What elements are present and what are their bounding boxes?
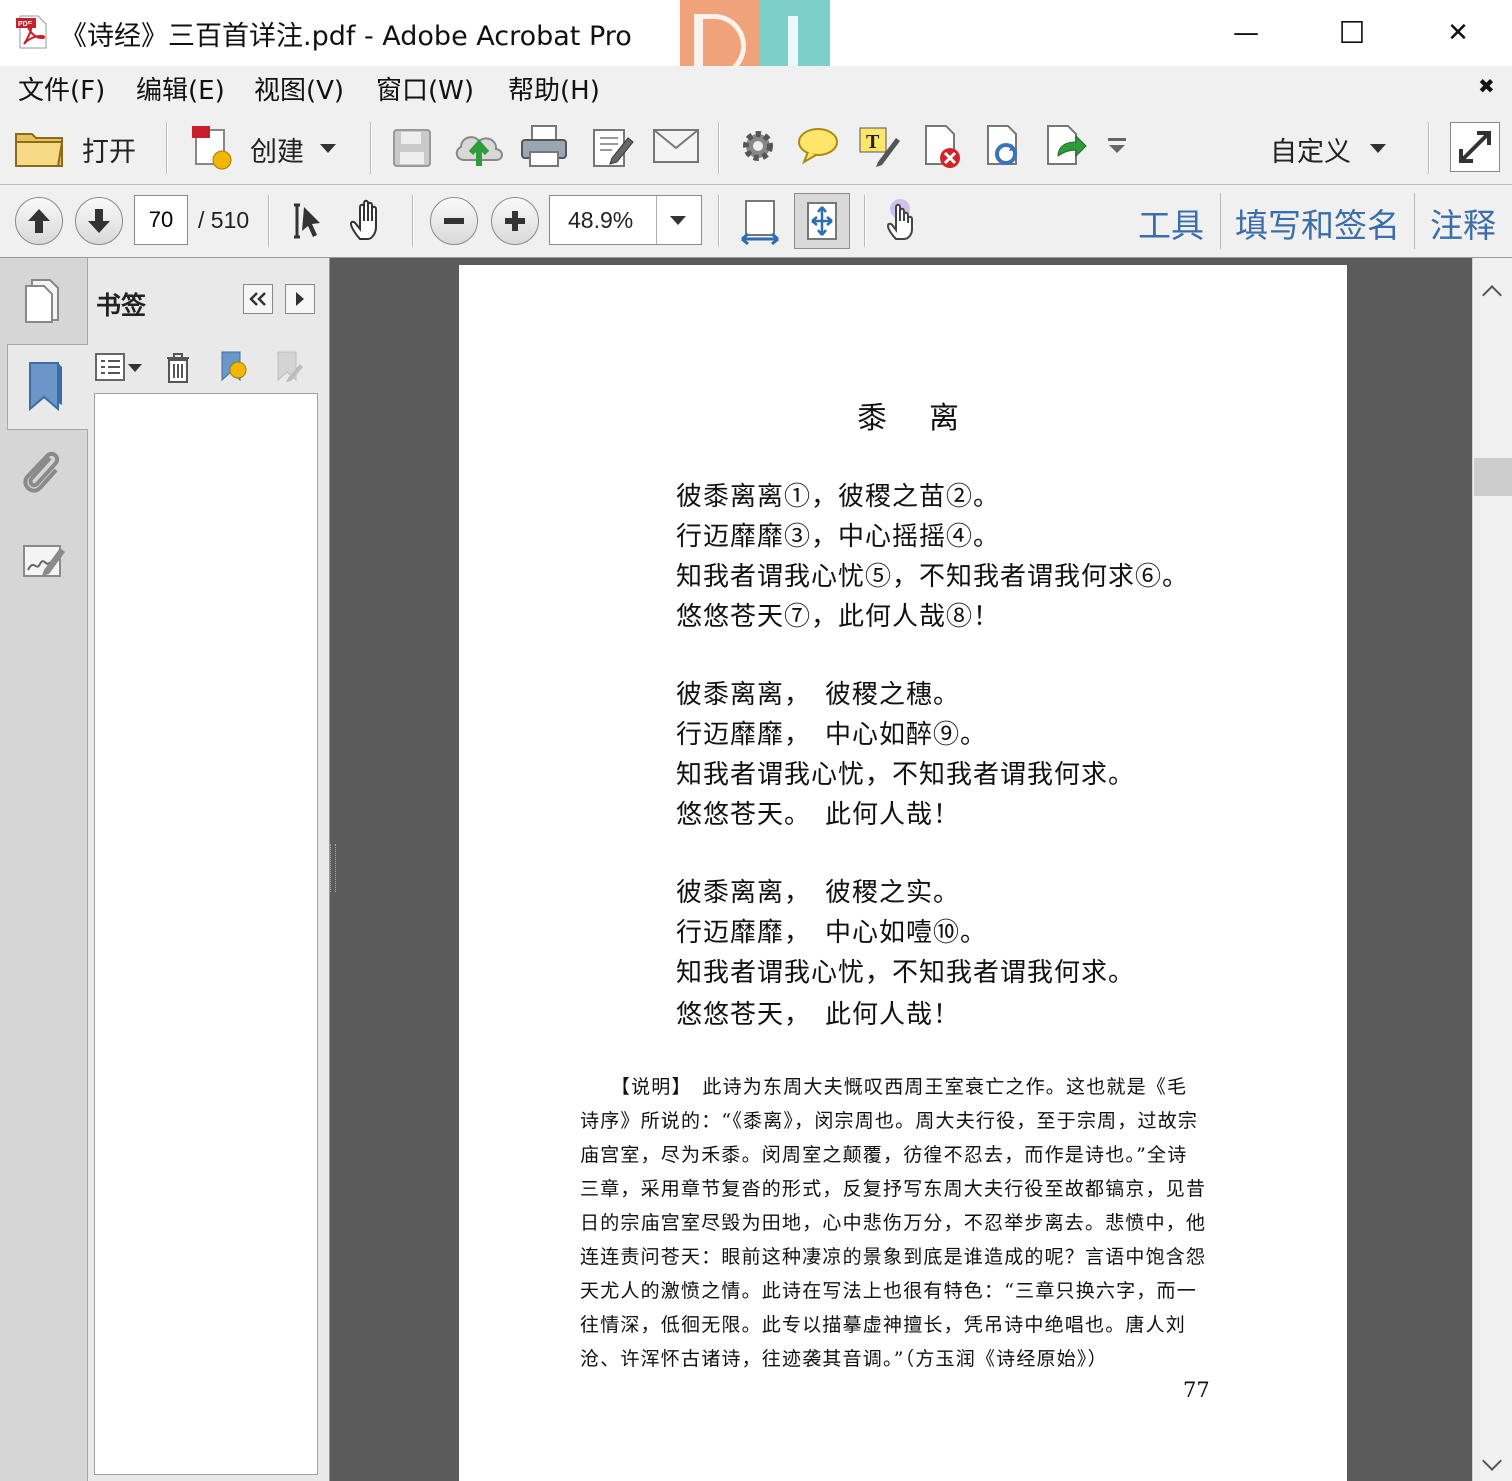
trash-icon[interactable] bbox=[164, 352, 192, 384]
note-line: 天尤人的激愤之情。此诗在写法上也很有特色：“三章只换六字，而一 bbox=[580, 1280, 1197, 1302]
main-toolbar: 打开 创建 T 自定义 bbox=[0, 110, 1512, 185]
window-title: 《诗经》三百首详注.pdf - Adobe Acrobat Pro bbox=[60, 21, 632, 52]
poem-line: 彼黍离离， 彼稷之穗。 bbox=[676, 680, 961, 710]
fit-page-icon[interactable] bbox=[794, 193, 850, 249]
comment-bubble-icon[interactable] bbox=[796, 126, 840, 166]
note-line: 三章，采用章节复沓的形式，反复抒写东周大夫行役至故都镐京，见昔 bbox=[580, 1178, 1207, 1200]
bookmark-properties-icon[interactable] bbox=[272, 350, 306, 384]
text-highlight-icon[interactable]: T bbox=[858, 124, 902, 168]
poem-line: 行迈靡靡， 中心如醉⑨。 bbox=[676, 720, 988, 750]
comment-pane-tab[interactable]: 注释 bbox=[1430, 199, 1496, 247]
hand-tool-icon[interactable] bbox=[348, 199, 390, 243]
printer-icon[interactable] bbox=[520, 124, 568, 170]
menu-file[interactable]: 文件(F) bbox=[18, 70, 105, 107]
bookmark-options-icon[interactable] bbox=[94, 352, 144, 382]
customize-dropdown[interactable]: 自定义 bbox=[1262, 120, 1402, 174]
vertical-scrollbar[interactable] bbox=[1472, 258, 1512, 1481]
collapse-panel-button[interactable] bbox=[243, 284, 273, 314]
poem-line: 知我者谓我心忧，不知我者谓我何求。 bbox=[676, 958, 1136, 988]
open-label: 打开 bbox=[82, 137, 136, 168]
gear-icon[interactable] bbox=[738, 126, 778, 166]
edit-document-icon[interactable] bbox=[590, 124, 636, 170]
note-line: 连连责问苍天：眼前这种凄凉的景象到底是谁造成的呢？言语中饱含怨 bbox=[580, 1246, 1207, 1268]
scroll-thumb[interactable] bbox=[1474, 458, 1512, 496]
menu-window[interactable]: 窗口(W) bbox=[376, 70, 474, 107]
poem-line: 知我者谓我心忧⑤，不知我者谓我何求⑥。 bbox=[676, 562, 1190, 592]
maximize-button[interactable]: ☐ bbox=[1299, 0, 1405, 66]
folder-icon bbox=[14, 126, 66, 168]
svg-text:T: T bbox=[866, 131, 880, 153]
close-document-button[interactable]: ✖ bbox=[1478, 74, 1495, 98]
menu-view[interactable]: 视图(V) bbox=[254, 70, 344, 107]
minimize-button[interactable]: — bbox=[1193, 0, 1299, 66]
save-icon[interactable] bbox=[390, 126, 434, 170]
next-page-button[interactable] bbox=[75, 197, 123, 245]
poem-line: 悠悠苍天⑦，此何人哉⑧！ bbox=[676, 602, 1001, 632]
scroll-up-arrow-icon[interactable] bbox=[1482, 285, 1502, 305]
zoom-dropdown[interactable]: 48.9% bbox=[549, 195, 702, 245]
fill-sign-pane-tab[interactable]: 填写和签名 bbox=[1235, 199, 1400, 247]
poem-line: 悠悠苍天。 此何人哉！ bbox=[676, 800, 961, 830]
note-line: 庙宫室，尽为禾黍。闵周室之颠覆，彷徨不忍去，而作是诗也。”全诗 bbox=[580, 1144, 1188, 1166]
tools-pane-tab[interactable]: 工具 bbox=[1138, 199, 1204, 247]
bookmark-list[interactable] bbox=[94, 393, 318, 1475]
open-button[interactable]: 打开 bbox=[10, 120, 150, 174]
navigation-toolbar: / 510 48.9% 工具 填写和签名 注释 bbox=[0, 185, 1512, 258]
page-total: / 510 bbox=[198, 207, 250, 233]
poem-line: 悠悠苍天， 此何人哉！ bbox=[676, 1000, 961, 1030]
signature-icon[interactable] bbox=[20, 540, 68, 584]
poem-line: 彼黍离离①，彼稷之苗②。 bbox=[676, 482, 1001, 512]
bookmarks-title: 书签 bbox=[96, 291, 147, 320]
note-line: 【说明】 此诗为东周大夫慨叹西周王室衰亡之作。这也就是《毛 bbox=[580, 1076, 1188, 1098]
bookmark-ribbon-icon bbox=[24, 359, 66, 413]
menu-bar: 文件(F) 编辑(E) 视图(V) 窗口(W) 帮助(H) ✖ bbox=[0, 66, 1512, 111]
note-line: 往情深，低徊无限。此专以描摹虚神擅长，凭吊诗中绝唱也。唐人刘 bbox=[580, 1314, 1187, 1336]
email-icon[interactable] bbox=[652, 128, 700, 164]
fit-width-icon[interactable] bbox=[738, 197, 782, 245]
zoom-in-button[interactable] bbox=[491, 197, 539, 245]
page-thumbnails-icon[interactable] bbox=[20, 276, 64, 326]
zoom-value: 48.9% bbox=[568, 207, 634, 233]
page-footer-number: 77 bbox=[1183, 1378, 1210, 1402]
previous-page-button[interactable] bbox=[15, 197, 63, 245]
touch-mode-icon[interactable] bbox=[882, 197, 924, 243]
poem-line: 行迈靡靡， 中心如噎⑩。 bbox=[676, 918, 988, 948]
title-bar: PDF 《诗经》三百首详注.pdf - Adobe Acrobat Pro — … bbox=[0, 0, 1512, 92]
poem-title: 黍 离 bbox=[857, 401, 965, 436]
zoom-out-button[interactable] bbox=[430, 197, 478, 245]
select-cursor-icon[interactable] bbox=[288, 201, 328, 241]
chevron-down-icon bbox=[1370, 144, 1386, 153]
page-number-input[interactable] bbox=[134, 195, 188, 245]
chevron-down-icon bbox=[320, 144, 336, 153]
create-button[interactable]: 创建 bbox=[184, 120, 344, 174]
splitter-handle[interactable] bbox=[330, 844, 336, 892]
create-pdf-icon bbox=[188, 124, 236, 172]
menu-edit[interactable]: 编辑(E) bbox=[136, 70, 225, 107]
pdf-file-icon: PDF bbox=[14, 14, 50, 50]
new-bookmark-icon[interactable] bbox=[216, 350, 250, 384]
toolbar-overflow-icon[interactable] bbox=[1108, 138, 1126, 154]
scroll-down-arrow-icon[interactable] bbox=[1482, 1451, 1502, 1471]
options-arrow-button[interactable] bbox=[285, 284, 315, 314]
poem-line: 知我者谓我心忧，不知我者谓我何求。 bbox=[676, 760, 1136, 790]
menu-help[interactable]: 帮助(H) bbox=[508, 70, 600, 107]
cloud-upload-icon[interactable] bbox=[452, 124, 506, 170]
poem-line: 彼黍离离， 彼稷之实。 bbox=[676, 878, 961, 908]
fullscreen-icon[interactable] bbox=[1450, 122, 1500, 172]
delete-page-icon[interactable] bbox=[920, 124, 966, 170]
chevron-down-icon bbox=[670, 216, 686, 225]
note-line: 日的宗庙宫室尽毁为田地，心中悲伤万分，不忍举步离去。悲愤中，他 bbox=[580, 1212, 1207, 1234]
navigation-pane-strip bbox=[0, 258, 88, 1481]
poem-line: 行迈靡靡③，中心摇摇④。 bbox=[676, 522, 1001, 552]
extract-page-icon[interactable] bbox=[1044, 124, 1090, 170]
attachment-paperclip-icon[interactable] bbox=[20, 448, 66, 498]
close-button[interactable]: ✕ bbox=[1405, 0, 1511, 66]
note-line: 诗序》所说的：“《黍离》，闵宗周也。周大夫行役，至于宗周，过故宗 bbox=[580, 1110, 1199, 1132]
create-label: 创建 bbox=[250, 137, 304, 168]
rotate-page-icon[interactable] bbox=[982, 124, 1028, 170]
note-line: 沧、许浑怀古诸诗，往迹袭其音调。”（方玉润《诗经原始》） bbox=[580, 1348, 1108, 1370]
bookmarks-tab[interactable] bbox=[7, 344, 88, 430]
customize-label: 自定义 bbox=[1270, 137, 1351, 168]
